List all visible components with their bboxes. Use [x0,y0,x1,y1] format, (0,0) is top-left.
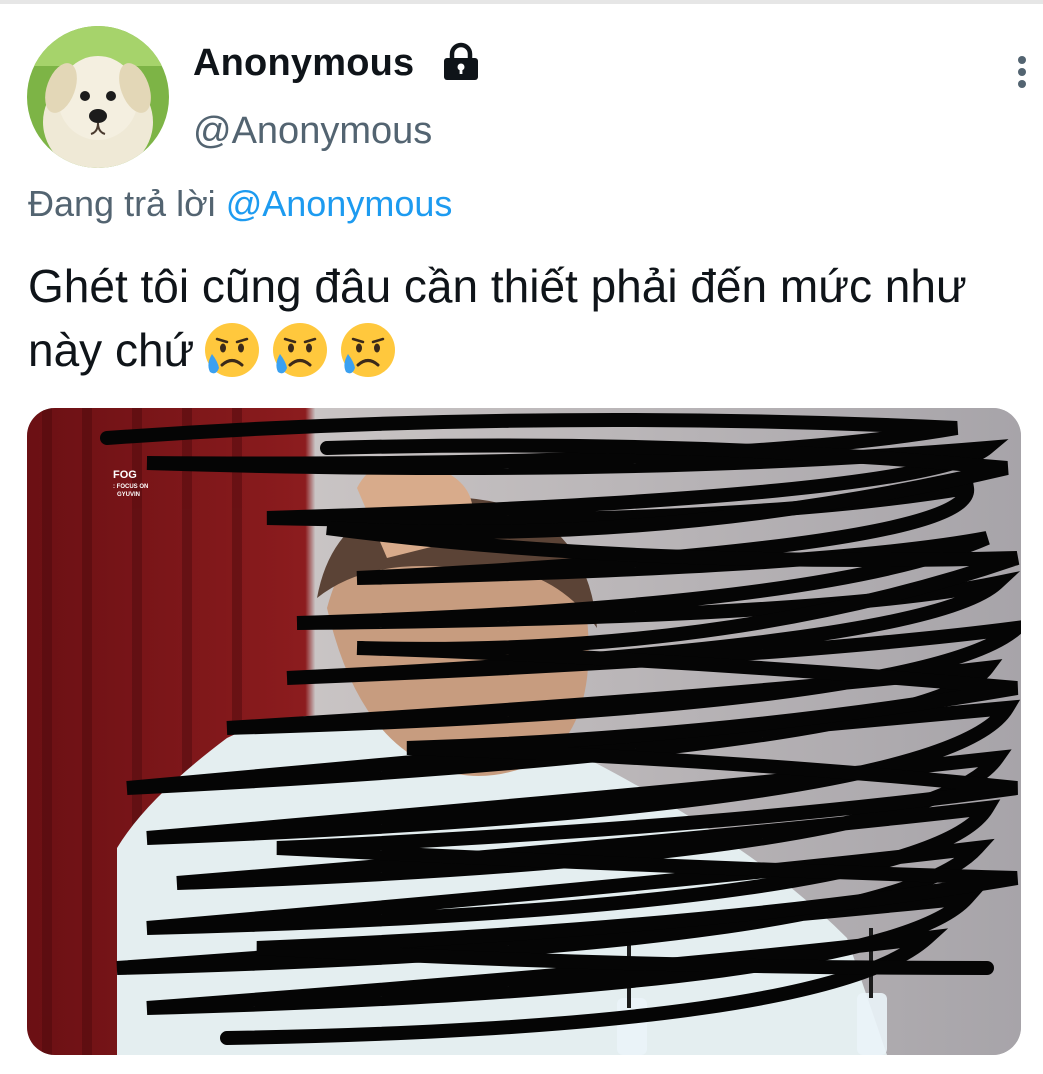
top-divider [0,0,1043,4]
reply-mention-link[interactable]: @Anonymous [226,183,453,224]
sad-but-relieved-face-icon [205,323,260,377]
reply-context: Đang trả lời @Anonymous [28,183,452,225]
tweet-text: Ghét tôi cũng đâu cần thiết phải đến mức… [28,254,1033,396]
avatar[interactable] [27,26,169,168]
display-name[interactable]: Anonymous [193,42,414,85]
watermark-title: FOG [113,469,137,481]
watermark-name: GYUVIN [117,492,140,498]
user-handle[interactable]: @Anonymous [193,110,432,153]
scribbled-photo: FOG : FOCUS ON GYUVIN [27,408,1021,1055]
watermark-subtitle: : FOCUS ON [113,484,148,490]
more-vertical-icon[interactable] [1008,54,1036,94]
sad-but-relieved-face-icon [273,323,328,377]
reply-prefix: Đang trả lời [28,183,216,224]
tweet-body: Ghét tôi cũng đâu cần thiết phải đến mức… [28,260,967,376]
sad-but-relieved-face-icon [341,323,396,377]
puppy-avatar-image [27,26,169,168]
tweet-photo[interactable]: FOG : FOCUS ON GYUVIN [27,408,1021,1055]
emoji-group [202,320,406,396]
lock-icon [444,42,478,80]
